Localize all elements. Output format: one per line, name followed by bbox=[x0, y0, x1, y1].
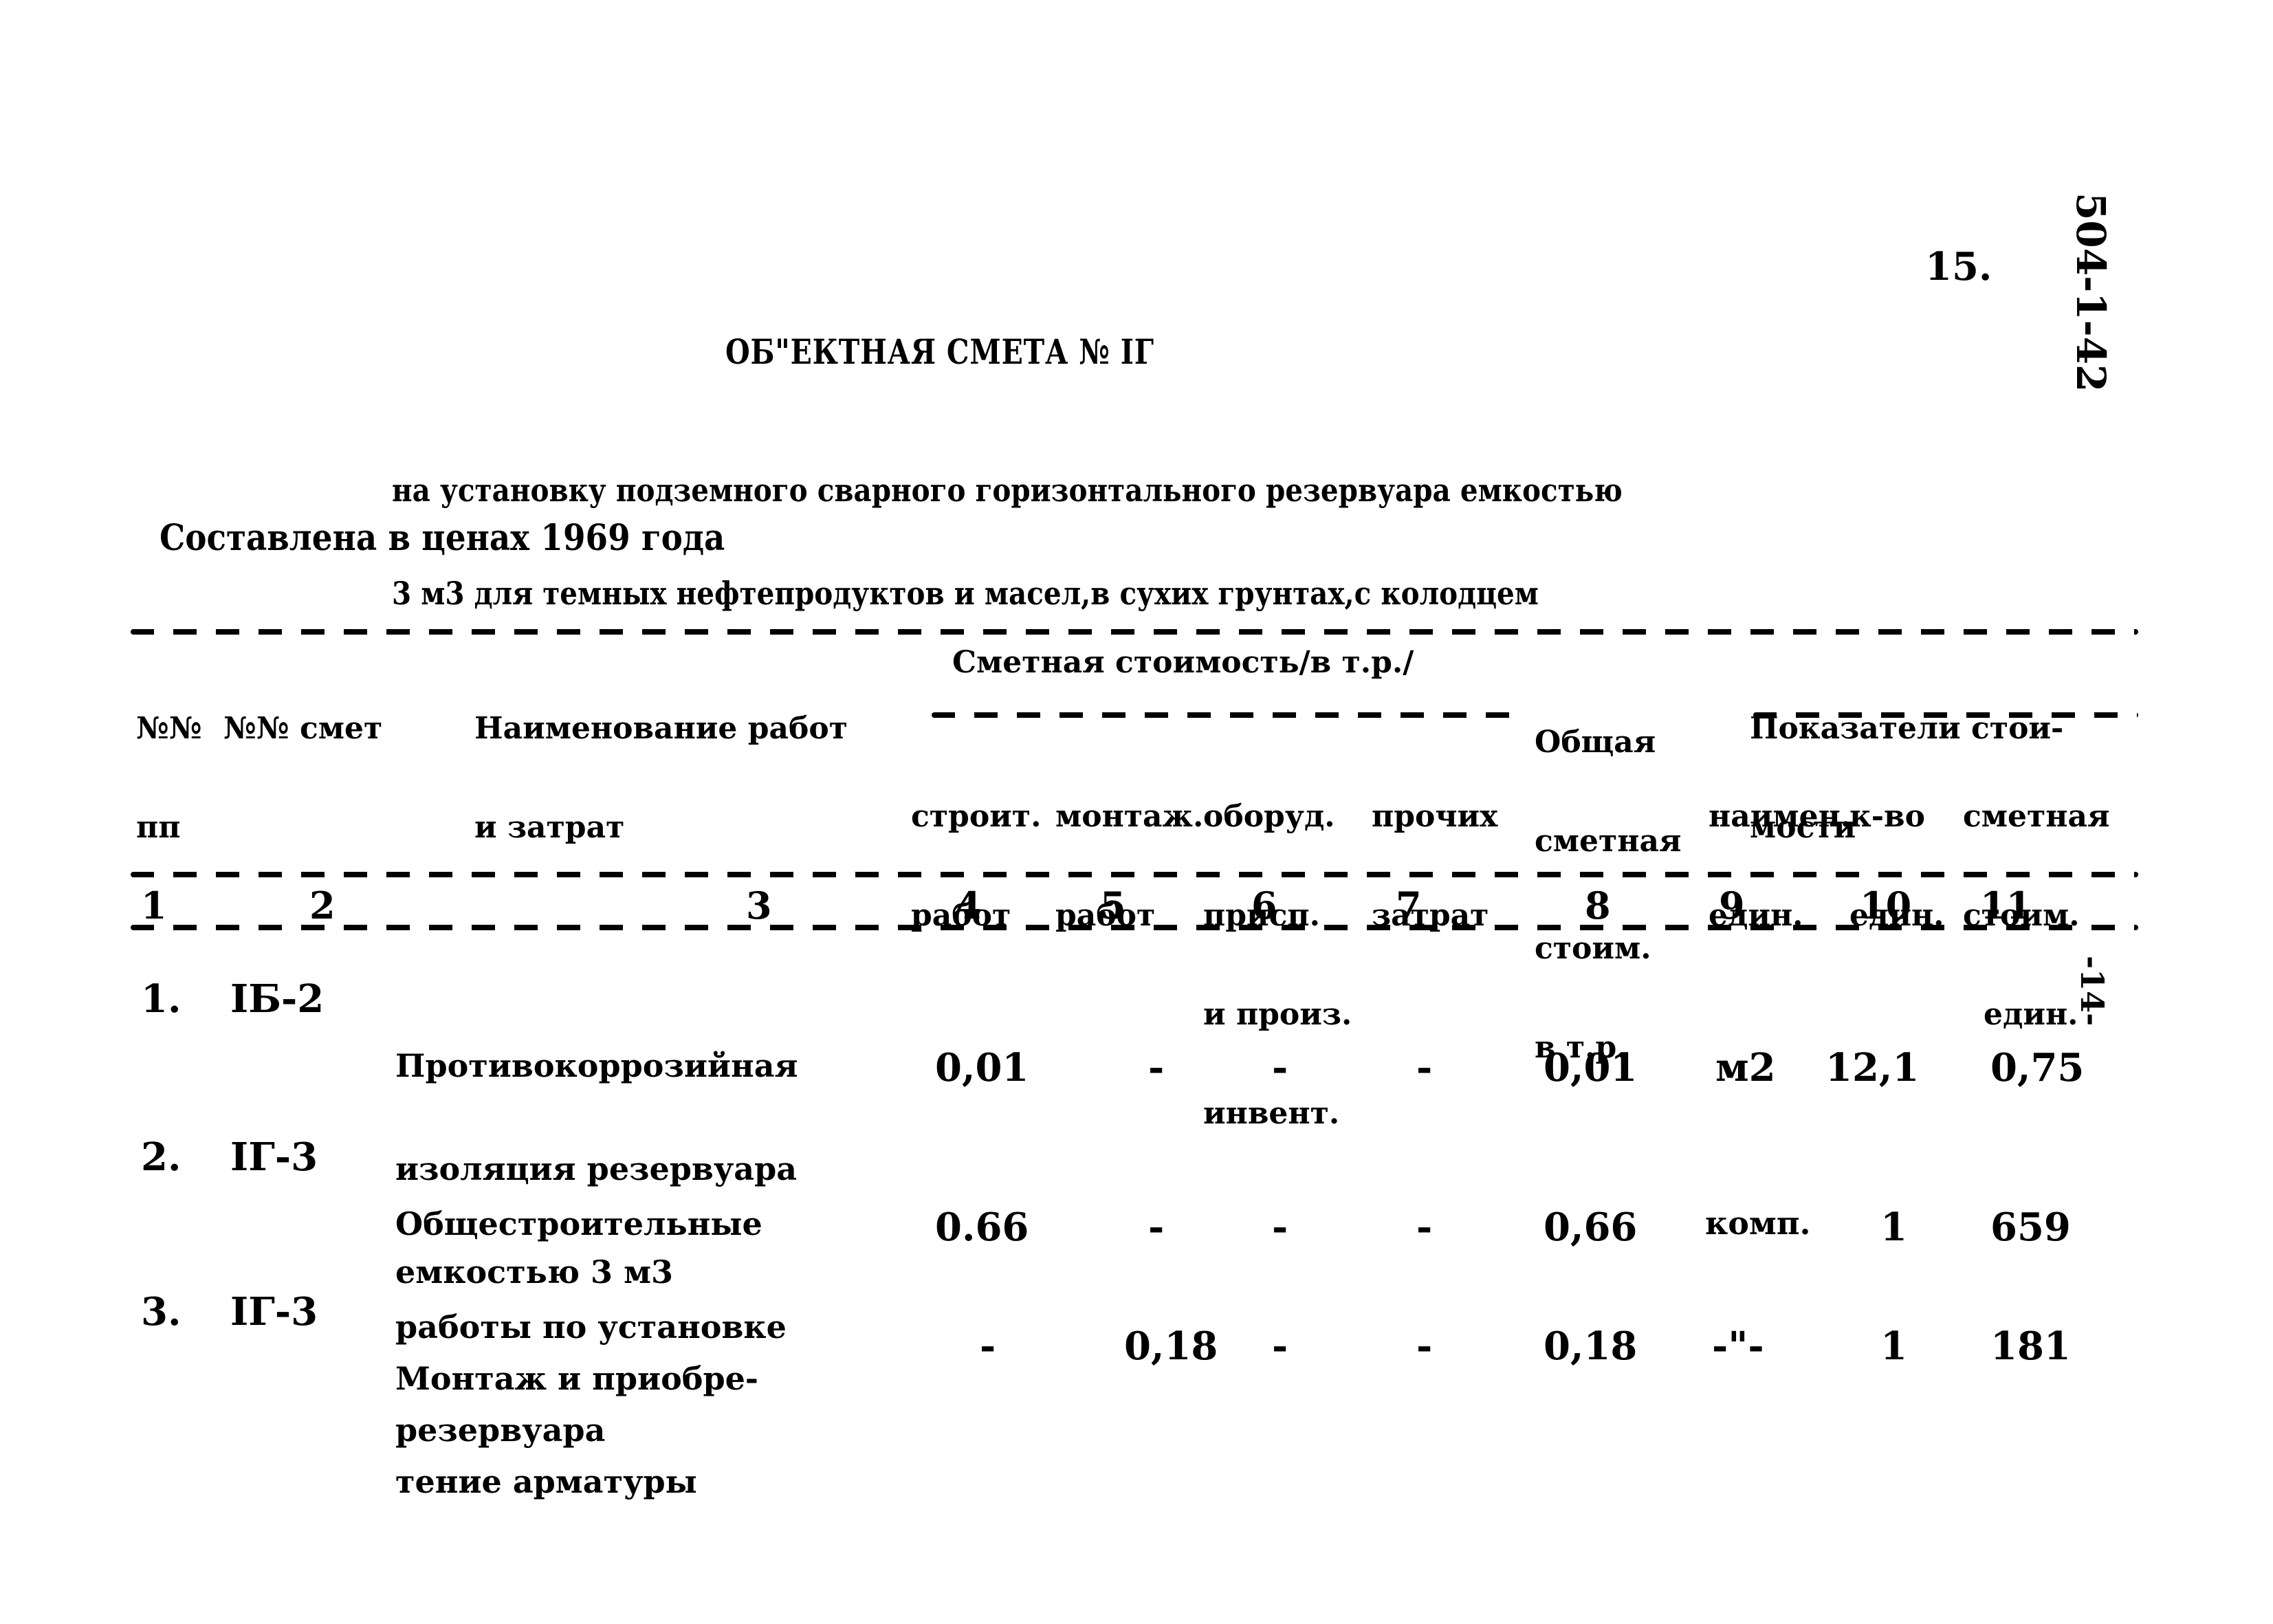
header-text: затрат bbox=[1372, 898, 1489, 933]
estimate-number: IГ-3 bbox=[230, 1289, 318, 1335]
header-text: оборуд. bbox=[1203, 799, 1335, 834]
column-number: 2 bbox=[309, 884, 336, 928]
header-text: и затрат bbox=[474, 810, 625, 845]
unit-name: м2 bbox=[1715, 1045, 1776, 1090]
header-text: присп. bbox=[1203, 898, 1320, 933]
unit-name: комп. bbox=[1705, 1205, 1811, 1242]
header-total-cost: Общая сметная стоим. в т.р. bbox=[1535, 660, 1682, 1097]
unit-cost: 659 bbox=[1990, 1205, 2071, 1250]
column-number: 4 bbox=[956, 884, 982, 928]
header-installation-works: монтаж. работ bbox=[1055, 734, 1203, 965]
header-estimated-cost-group: Сметная стоимость/в т.р./ bbox=[952, 645, 1414, 680]
work-name-line: тение арматуры bbox=[395, 1463, 697, 1500]
column-number: 3 bbox=[746, 884, 772, 928]
header-text: монтаж. bbox=[1055, 799, 1204, 834]
equipment-cost: - bbox=[1272, 1324, 1288, 1369]
total-cost: 0,01 bbox=[1544, 1045, 1638, 1090]
column-number: 10 bbox=[1860, 884, 1912, 928]
unit-quantity: 1 bbox=[1880, 1205, 1907, 1250]
header-text: един. bbox=[1984, 997, 2078, 1032]
total-cost: 0,18 bbox=[1544, 1324, 1638, 1369]
row-number: 1. bbox=[141, 976, 182, 1022]
header-text: сметная bbox=[1535, 824, 1682, 859]
total-cost: 0,66 bbox=[1544, 1205, 1638, 1250]
installation-cost: - bbox=[1148, 1045, 1165, 1090]
header-text: инвент. bbox=[1203, 1096, 1340, 1131]
column-number: 8 bbox=[1585, 884, 1611, 928]
estimate-number: IБ-2 bbox=[230, 976, 325, 1022]
work-name: Монтаж и приобре- тение арматуры bbox=[395, 1293, 758, 1568]
work-name-line: Монтаж и приобре- bbox=[395, 1360, 759, 1397]
column-number: 9 bbox=[1719, 884, 1745, 928]
equipment-cost: - bbox=[1272, 1045, 1288, 1090]
header-text: Общая bbox=[1535, 725, 1656, 760]
header-estimate-number: №№ смет bbox=[223, 646, 382, 778]
unit-quantity: 12,1 bbox=[1825, 1045, 1920, 1090]
cost-group-rule bbox=[932, 712, 1513, 718]
header-text: №№ bbox=[136, 711, 202, 746]
header-text: стоим. bbox=[1535, 931, 1651, 966]
document-title: ОБ"ЕКТНАЯ СМЕТА № IГ bbox=[725, 331, 1154, 372]
equipment-cost: - bbox=[1272, 1205, 1288, 1250]
header-other-costs: прочих затрат bbox=[1372, 734, 1497, 965]
header-text: сметная bbox=[1963, 799, 2110, 834]
subtitle-line: на установку подземного сварного горизон… bbox=[392, 472, 1623, 509]
installation-cost: - bbox=[1148, 1205, 1165, 1250]
header-row-number: №№ пп bbox=[136, 646, 202, 877]
header-text: Наименование работ bbox=[474, 711, 848, 746]
header-unit-quantity: к-во един. bbox=[1849, 734, 1944, 965]
column-number: 1 bbox=[141, 884, 167, 928]
header-text: наимен. bbox=[1709, 799, 1852, 834]
construction-cost: 0,01 bbox=[935, 1045, 1029, 1090]
estimate-number: IГ-3 bbox=[230, 1134, 318, 1180]
column-number: 5 bbox=[1100, 884, 1126, 928]
row-number: 3. bbox=[141, 1289, 182, 1335]
header-work-name: Наименование работ и затрат bbox=[474, 646, 848, 877]
header-text: и произ. bbox=[1203, 997, 1352, 1032]
unit-cost: 181 bbox=[1990, 1324, 2071, 1369]
construction-cost: 0.66 bbox=[935, 1205, 1029, 1250]
unit-name: -"- bbox=[1712, 1324, 1764, 1369]
unit-quantity: 1 bbox=[1880, 1324, 1907, 1369]
table-top-rule bbox=[131, 629, 2138, 635]
header-construction-works: строит. работ bbox=[911, 734, 1041, 965]
header-text: работ bbox=[1055, 898, 1156, 933]
prices-note: Составлена в ценах 1969 года bbox=[160, 517, 725, 559]
installation-cost: 0,18 bbox=[1124, 1324, 1218, 1369]
construction-cost: - bbox=[980, 1324, 996, 1369]
other-cost: - bbox=[1416, 1324, 1433, 1369]
work-name-line: Общестроительные bbox=[395, 1205, 762, 1242]
work-name-line: Противокоррозийная bbox=[395, 1047, 798, 1084]
column-number: 7 bbox=[1396, 884, 1422, 928]
header-text: №№ смет bbox=[223, 711, 383, 746]
document-code: 504-1-42 bbox=[2067, 193, 2114, 393]
header-text: пп bbox=[136, 810, 181, 845]
other-cost: - bbox=[1416, 1045, 1433, 1090]
header-unit-name: наимен. един. bbox=[1709, 734, 1851, 965]
header-text: прочих bbox=[1372, 799, 1498, 834]
other-cost: - bbox=[1416, 1205, 1433, 1250]
column-number: 11 bbox=[1980, 884, 2032, 928]
header-equipment: оборуд. присп. и произ. инвент. bbox=[1203, 734, 1352, 1163]
header-text: строит. bbox=[911, 799, 1042, 834]
row-number: 2. bbox=[141, 1134, 182, 1180]
unit-cost: 0,75 bbox=[1990, 1045, 2085, 1090]
header-text: к-во bbox=[1849, 799, 1925, 834]
column-number: 6 bbox=[1251, 884, 1277, 928]
subtitle-line: 3 м3 для темных нефтепродуктов и масел,в… bbox=[392, 575, 1539, 612]
page-number: 15. bbox=[1925, 244, 1992, 289]
